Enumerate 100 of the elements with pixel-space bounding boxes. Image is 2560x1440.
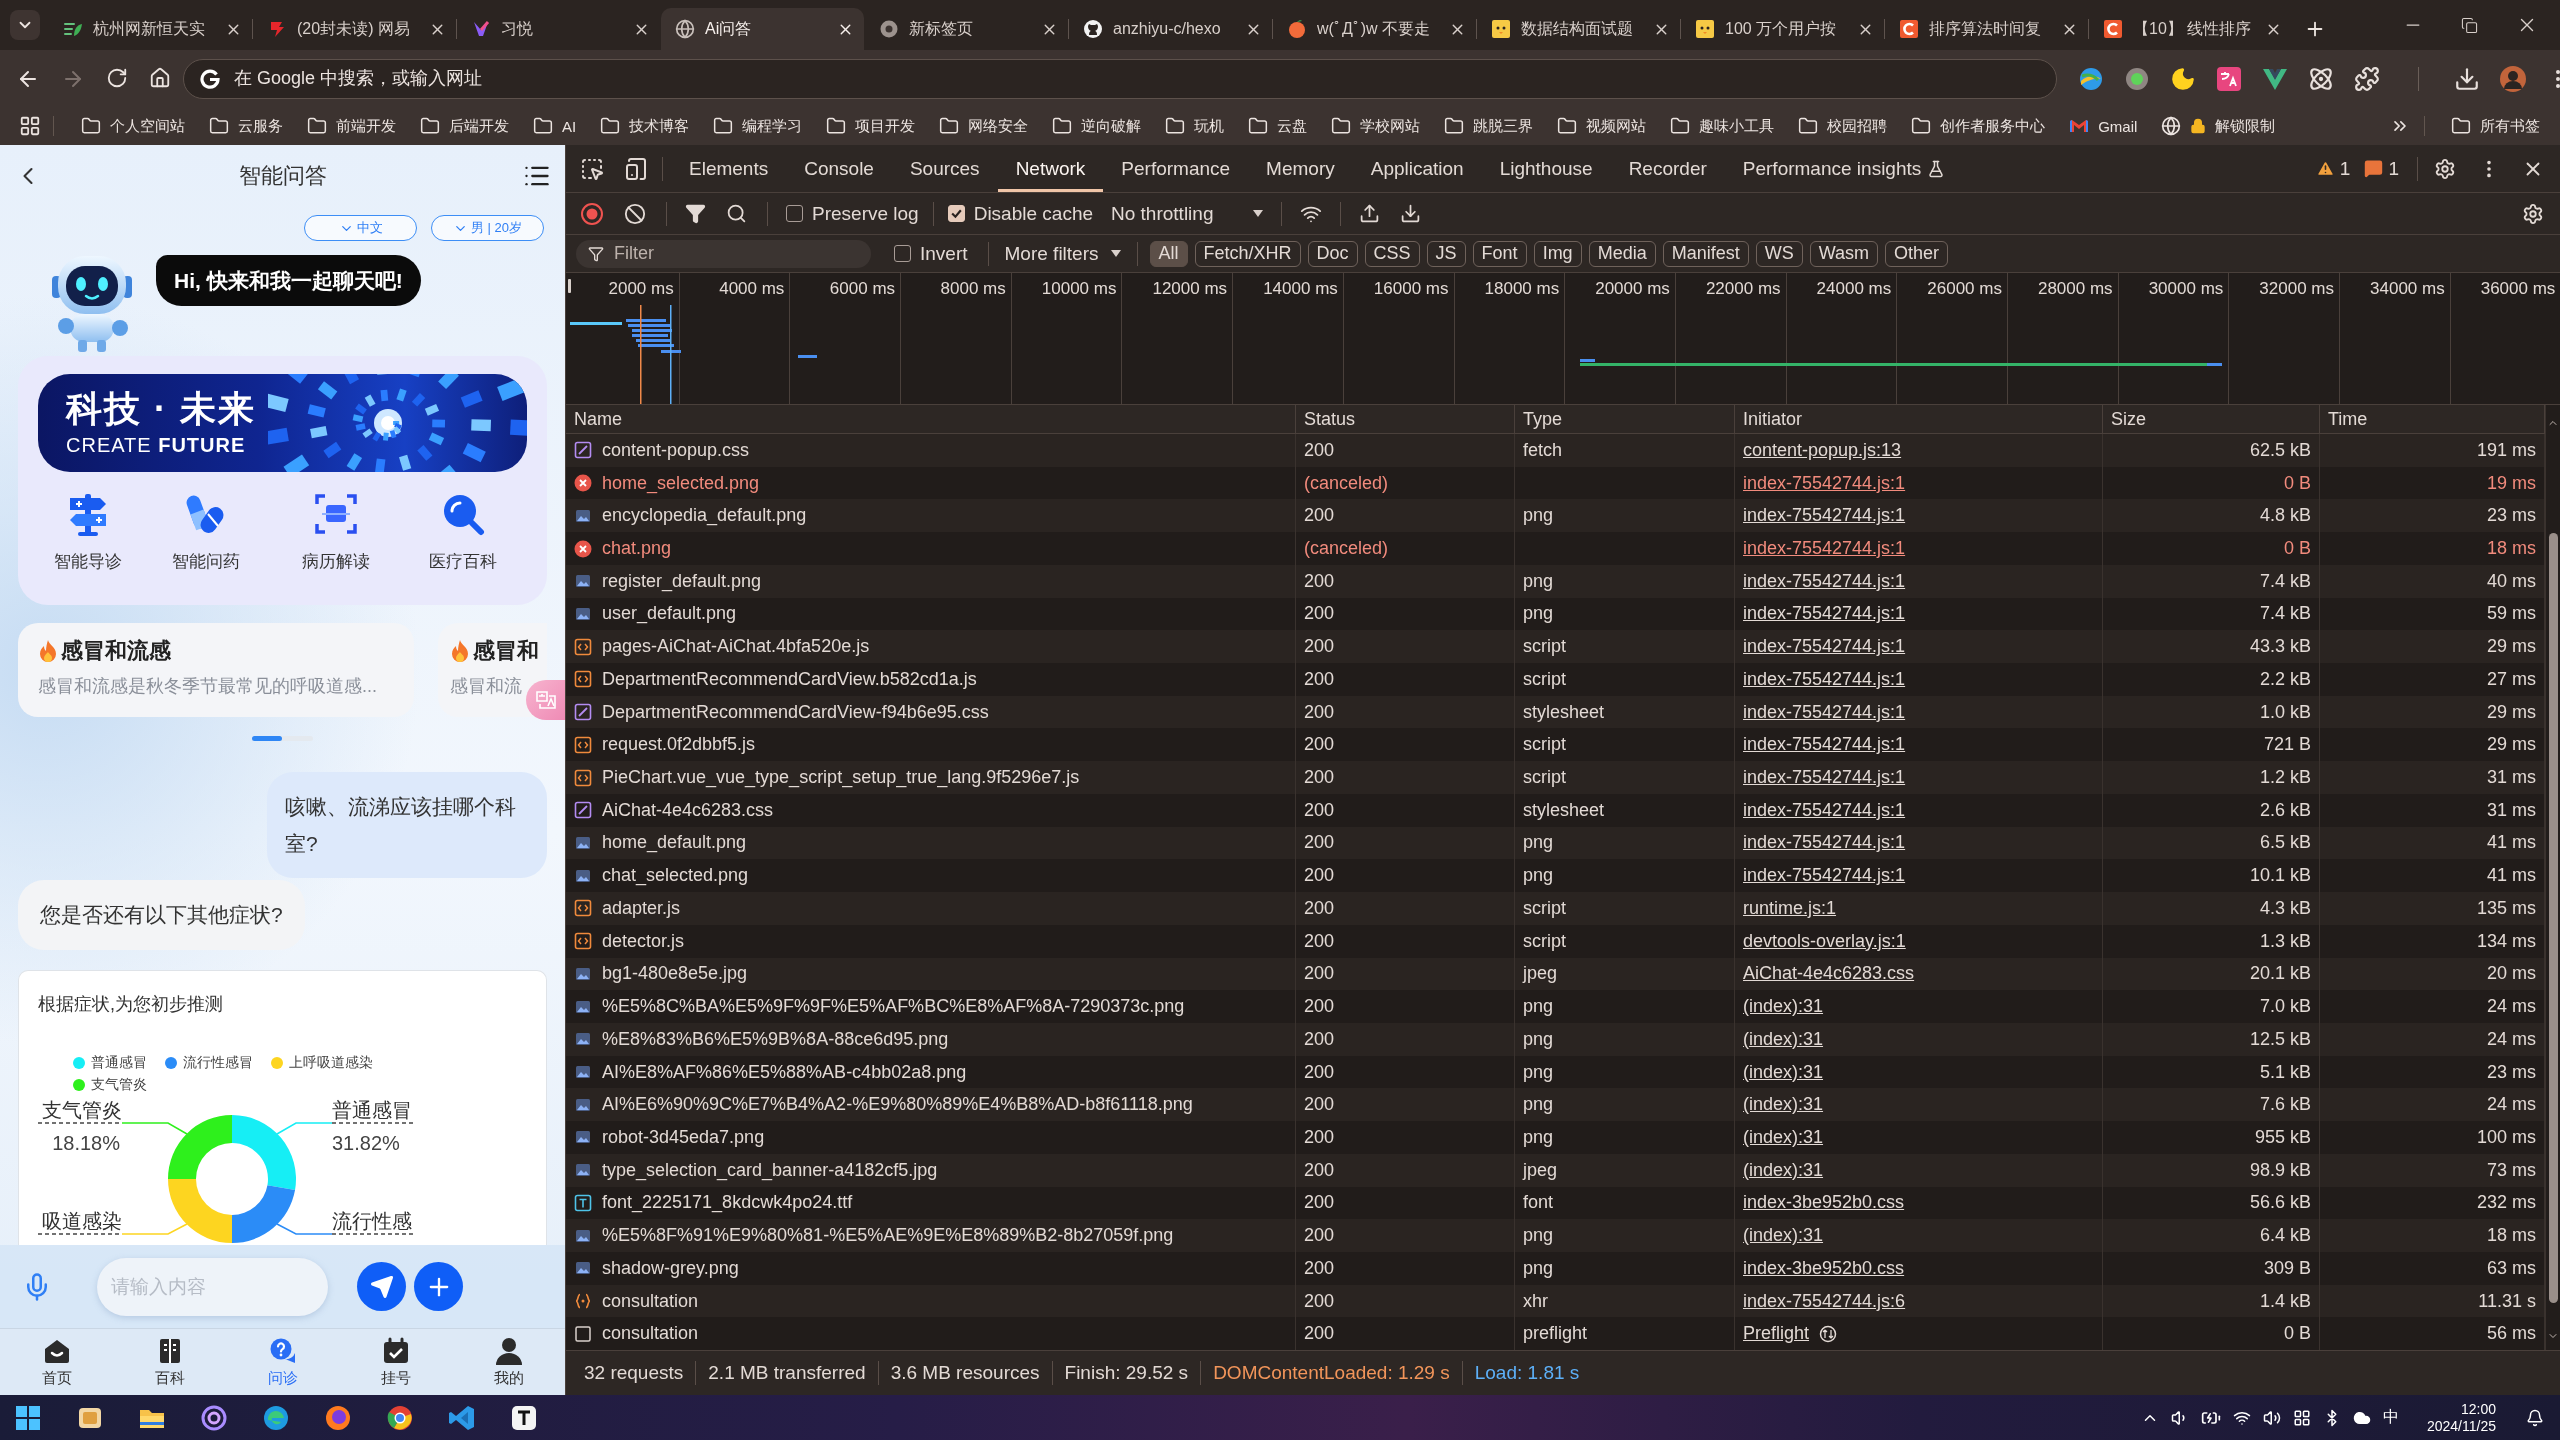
download-icon[interactable]	[2454, 65, 2480, 92]
nav-tab[interactable]: 我的	[452, 1329, 565, 1395]
browser-tab[interactable]: (20封未读) 网易	[253, 8, 456, 50]
settings-icon[interactable]	[2522, 202, 2544, 225]
reload-icon[interactable]	[106, 66, 128, 89]
table-row[interactable]: pages-AiChat-AiChat.4bfa520e.js 200 script index-75542744.js:1 43.3 kB 29 ms	[566, 630, 2545, 664]
browser-tab[interactable]: 【10】 线性排序	[2089, 8, 2292, 50]
bookmark[interactable]: AI	[521, 111, 589, 141]
inspect-icon[interactable]	[580, 156, 604, 181]
topic-card[interactable]: 感冒和流感 感冒和流感是秋冬季节最常见的呼吸道感...	[18, 623, 414, 717]
type-filter-button[interactable]: Font	[1472, 240, 1527, 267]
panel-tab[interactable]: Memory	[1248, 145, 1353, 192]
export-icon[interactable]	[1400, 203, 1422, 224]
type-filter-button[interactable]: Wasm	[1809, 240, 1879, 267]
table-row[interactable]: %E8%83%B6%E5%9B%8A-88ce6d95.png 200 png (index):31 12.5 kB 24 ms	[566, 1022, 2545, 1056]
initiator-link[interactable]: index-75542744.js:1	[1743, 570, 1906, 592]
bookmark[interactable]: 校园招聘	[1786, 111, 1900, 141]
bookmark[interactable]: 网络安全	[927, 111, 1041, 141]
initiator-link[interactable]: (index):31	[1743, 1061, 1824, 1083]
volume-icon[interactable]	[2262, 1408, 2281, 1427]
type-filter-button[interactable]: Manifest	[1662, 240, 1749, 267]
topic-card[interactable]: 感冒和 感冒和流	[438, 623, 547, 717]
clear-icon[interactable]	[624, 202, 646, 225]
browser-tab[interactable]: 排序算法时间复	[1885, 8, 2088, 50]
table-row[interactable]: consultation 200 xhr index-75542744.js:6 1.4 kB 11.31 s	[566, 1284, 2545, 1318]
initiator-link[interactable]: index-75542744.js:1	[1743, 505, 1906, 527]
initiator-link[interactable]: index-75542744.js:6	[1743, 1290, 1906, 1312]
apps-icon[interactable]	[19, 115, 41, 137]
type-filter-button[interactable]: Other	[1885, 240, 1949, 267]
type-filter-button[interactable]: Img	[1533, 240, 1582, 267]
extension-icon[interactable]	[2078, 65, 2104, 92]
more-filters-button[interactable]: More filters	[1004, 242, 1121, 265]
avatar-icon[interactable]	[2500, 65, 2526, 92]
bookmark[interactable]: 逆向破解	[1040, 111, 1154, 141]
table-row[interactable]: bg1-480e8e5e.jpg 200 jpeg AiChat-4e4c6283.css 20.1 kB 20 ms	[566, 957, 2545, 991]
initiator-link[interactable]: (index):31	[1743, 1159, 1824, 1181]
nav-tab[interactable]: 挂号	[339, 1329, 452, 1395]
import-icon[interactable]	[1359, 203, 1381, 224]
bookmark[interactable]: 项目开发	[814, 111, 928, 141]
bookmark[interactable]: 前端开发	[295, 111, 408, 141]
initiator-link[interactable]: AiChat-4e4c6283.css	[1743, 963, 1915, 985]
record-icon[interactable]	[580, 201, 604, 226]
type-filter-button[interactable]: Doc	[1307, 240, 1358, 267]
initiator-link[interactable]: index-75542744.js:1	[1743, 799, 1906, 821]
initiator-link[interactable]: index-75542744.js:1	[1743, 538, 1906, 559]
table-row[interactable]: PieChart.vue_vue_type_script_setup_true_lang.9f5296e7.js 200 script index-75542744.js:1 1.2 kB 31 ms	[566, 761, 2545, 794]
panel-tab[interactable]: Lighthouse	[1481, 145, 1611, 192]
app-icon[interactable]	[262, 1403, 290, 1432]
panel-tab[interactable]: Performance insights	[1724, 145, 1964, 192]
bookmark[interactable]: 跳脱三界	[1432, 111, 1546, 141]
feature-button[interactable]: 医疗百科	[398, 492, 527, 573]
initiator-link[interactable]: index-75542744.js:1	[1743, 865, 1906, 887]
translate-icon[interactable]	[2216, 65, 2242, 92]
bookmark[interactable]: 编程学习	[701, 111, 815, 141]
column-header[interactable]: Status	[1296, 405, 1515, 433]
initiator-link[interactable]: runtime.js:1	[1743, 897, 1837, 919]
table-row[interactable]: content-popup.css 200 fetch content-popup.js:13 62.5 kB 191 ms	[566, 434, 2545, 467]
initiator-link[interactable]: index-75542744.js:1	[1743, 767, 1906, 789]
initiator-link[interactable]: (index):31	[1743, 1094, 1824, 1116]
initiator-link[interactable]: (index):31	[1743, 1028, 1824, 1050]
panel-tab[interactable]: Elements	[671, 145, 787, 192]
home-icon[interactable]	[149, 66, 171, 89]
send-button[interactable]	[357, 1262, 406, 1311]
feature-button[interactable]: 病历解读	[274, 492, 398, 573]
table-row[interactable]: adapter.js 200 script runtime.js:1 4.3 kB 135 ms	[566, 892, 2545, 925]
notification-icon[interactable]	[2526, 1408, 2544, 1427]
tab-search-button[interactable]	[10, 10, 40, 40]
initiator-link[interactable]: (index):31	[1743, 1225, 1824, 1247]
nav-tab[interactable]: 首页	[0, 1329, 113, 1395]
dropdown-button[interactable]: 中文	[304, 215, 417, 241]
start-icon[interactable]	[14, 1403, 42, 1432]
initiator-link[interactable]: index-75542744.js:1	[1743, 668, 1906, 690]
add-button[interactable]	[414, 1262, 463, 1311]
app-icon[interactable]	[200, 1403, 228, 1432]
scrollbar[interactable]	[2545, 405, 2560, 1350]
initiator-link[interactable]: index-75542744.js:1	[1743, 636, 1906, 658]
checkbox[interactable]	[894, 245, 911, 262]
type-filter-button[interactable]: All	[1149, 240, 1188, 267]
bookmark[interactable]: 个人空间站	[69, 111, 197, 141]
table-row[interactable]: register_default.png 200 png index-75542744.js:1 7.4 kB 40 ms	[566, 564, 2545, 598]
throttling-select[interactable]: No throttling	[1111, 202, 1264, 225]
counter-button[interactable]: 1	[2364, 157, 2399, 180]
feature-button[interactable]: 智能导诊	[38, 492, 138, 573]
column-header[interactable]: Initiator	[1735, 405, 2103, 433]
panel-tab[interactable]: Console	[786, 145, 892, 192]
bookmark[interactable]: 玩机	[1153, 111, 1237, 141]
column-header[interactable]: Name	[566, 405, 1296, 433]
column-header[interactable]: Size	[2103, 405, 2320, 433]
browser-tab[interactable]: w(ﾟДﾟ)w 不要走	[1273, 8, 1476, 50]
panel-tab[interactable]: Sources	[891, 145, 998, 192]
dropdown-button[interactable]: 男 | 20岁	[431, 215, 544, 241]
app-icon[interactable]	[386, 1403, 414, 1432]
bookmark[interactable]: 视频网站	[1545, 111, 1659, 141]
atom-icon[interactable]	[2308, 65, 2334, 92]
bookmark[interactable]: 创作者服务中心	[1899, 111, 2058, 141]
bookmark[interactable]: 学校网站	[1319, 111, 1433, 141]
initiator-link[interactable]: Preflight	[1743, 1323, 1810, 1345]
type-filter-button[interactable]: WS	[1755, 240, 1803, 267]
initiator-link[interactable]: index-75542744.js:1	[1743, 832, 1906, 854]
browser-tab[interactable]: 数据结构面试题	[1477, 8, 1680, 50]
